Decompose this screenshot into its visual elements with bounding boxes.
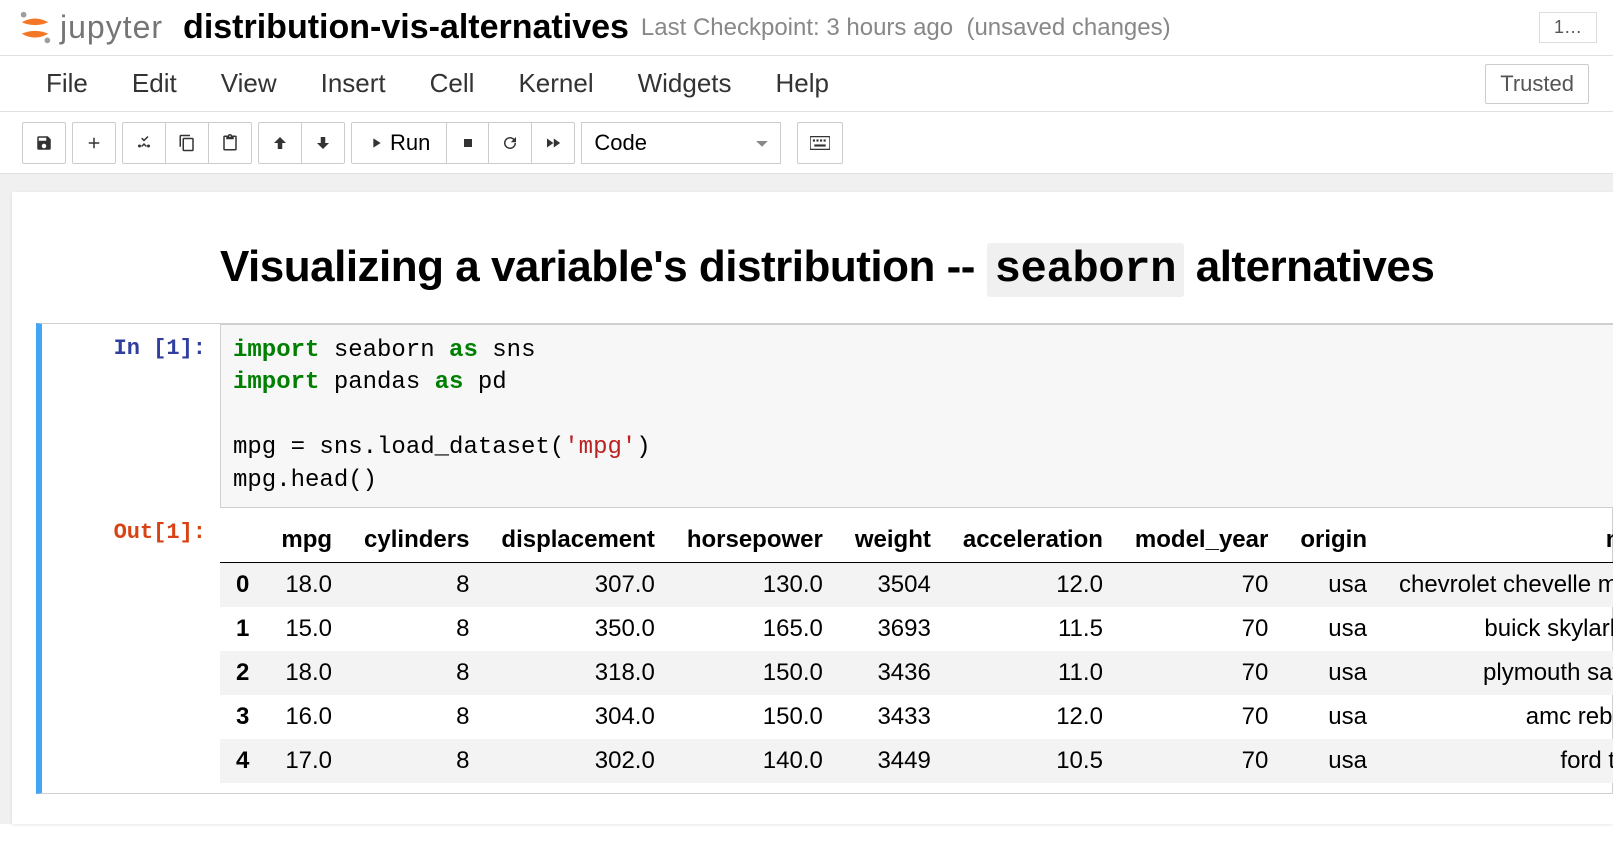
table-row: 417.08302.0140.0344910.570usaford torino bbox=[220, 739, 1613, 783]
keyboard-icon bbox=[810, 136, 830, 150]
save-button[interactable] bbox=[22, 122, 66, 164]
df-index: 0 bbox=[220, 562, 265, 607]
notebook-title[interactable]: distribution-vis-alternatives bbox=[183, 8, 629, 47]
df-index: 2 bbox=[220, 651, 265, 695]
cut-icon bbox=[135, 134, 153, 152]
arrow-up-icon bbox=[271, 134, 289, 152]
df-col-acceleration: acceleration bbox=[947, 518, 1119, 563]
menu-file[interactable]: File bbox=[24, 56, 110, 111]
table-row: 115.08350.0165.0369311.570usabuick skyla… bbox=[220, 607, 1613, 651]
toolbar: Run Code bbox=[0, 112, 1613, 174]
menu-help[interactable]: Help bbox=[754, 56, 851, 111]
copy-icon bbox=[178, 134, 196, 152]
menu-edit[interactable]: Edit bbox=[110, 56, 199, 111]
df-col-mpg: mpg bbox=[265, 518, 348, 563]
in-prompt: In [1]: bbox=[114, 336, 206, 361]
notebook-header: jupyter distribution-vis-alternatives La… bbox=[0, 0, 1613, 56]
run-label: Run bbox=[390, 130, 430, 156]
df-col-name: name bbox=[1383, 518, 1613, 563]
command-palette-button[interactable] bbox=[797, 122, 843, 164]
markdown-cell[interactable]: Visualizing a variable's distribution --… bbox=[12, 232, 1613, 323]
cut-button[interactable] bbox=[122, 122, 166, 164]
table-row: 218.08318.0150.0343611.070usaplymouth sa… bbox=[220, 651, 1613, 695]
stop-icon bbox=[460, 135, 476, 151]
df-col-origin: origin bbox=[1284, 518, 1383, 563]
out-prompt: Out[1]: bbox=[114, 520, 206, 545]
interrupt-button[interactable] bbox=[447, 122, 489, 164]
paste-button[interactable] bbox=[209, 122, 252, 164]
markdown-heading: Visualizing a variable's distribution --… bbox=[220, 242, 1613, 295]
cell-type-select[interactable]: Code bbox=[581, 122, 781, 164]
df-col-horsepower: horsepower bbox=[671, 518, 839, 563]
checkpoint-text: Last Checkpoint: 3 hours ago (unsaved ch… bbox=[641, 14, 1171, 42]
menubar: FileEditViewInsertCellKernelWidgetsHelp T… bbox=[0, 56, 1613, 112]
notebook-container: Visualizing a variable's distribution --… bbox=[0, 174, 1613, 824]
table-row: 018.08307.0130.0350412.070usachevrolet c… bbox=[220, 562, 1613, 607]
menu-insert[interactable]: Insert bbox=[299, 56, 408, 111]
restart-icon bbox=[501, 134, 519, 152]
df-col-cylinders: cylinders bbox=[348, 518, 485, 563]
save-icon bbox=[35, 134, 53, 152]
plus-icon bbox=[85, 134, 103, 152]
df-index: 3 bbox=[220, 695, 265, 739]
move-up-button[interactable] bbox=[258, 122, 302, 164]
fast-forward-icon bbox=[544, 134, 562, 152]
df-index: 4 bbox=[220, 739, 265, 783]
df-index: 1 bbox=[220, 607, 265, 651]
code-input[interactable]: import seaborn as sns import pandas as p… bbox=[220, 324, 1613, 508]
df-index-header bbox=[220, 518, 265, 563]
restart-run-all-button[interactable] bbox=[532, 122, 575, 164]
df-col-displacement: displacement bbox=[485, 518, 670, 563]
play-icon bbox=[368, 135, 384, 151]
menu-kernel[interactable]: Kernel bbox=[496, 56, 615, 111]
menu-view[interactable]: View bbox=[199, 56, 299, 111]
jupyter-icon bbox=[16, 9, 54, 47]
df-col-model_year: model_year bbox=[1119, 518, 1284, 563]
menu-cell[interactable]: Cell bbox=[408, 56, 497, 111]
move-down-button[interactable] bbox=[302, 122, 345, 164]
add-cell-button[interactable] bbox=[72, 122, 116, 164]
run-button[interactable]: Run bbox=[351, 122, 447, 164]
trusted-badge[interactable]: Trusted bbox=[1485, 64, 1589, 104]
df-col-weight: weight bbox=[839, 518, 947, 563]
dataframe-table: mpgcylindersdisplacementhorsepowerweight… bbox=[220, 518, 1613, 783]
code-cell-1[interactable]: In [1]: import seaborn as sns import pan… bbox=[36, 323, 1613, 794]
output-area: mpgcylindersdisplacementhorsepowerweight… bbox=[220, 508, 1613, 793]
paste-icon bbox=[221, 134, 239, 152]
table-row: 316.08304.0150.0343312.070usaamc rebel s… bbox=[220, 695, 1613, 739]
restart-button[interactable] bbox=[489, 122, 532, 164]
logo-text: jupyter bbox=[60, 9, 163, 46]
tab-indicator[interactable]: 1… bbox=[1539, 12, 1597, 43]
menu-widgets[interactable]: Widgets bbox=[616, 56, 754, 111]
jupyter-logo[interactable]: jupyter bbox=[16, 9, 163, 47]
copy-button[interactable] bbox=[166, 122, 209, 164]
arrow-down-icon bbox=[314, 134, 332, 152]
